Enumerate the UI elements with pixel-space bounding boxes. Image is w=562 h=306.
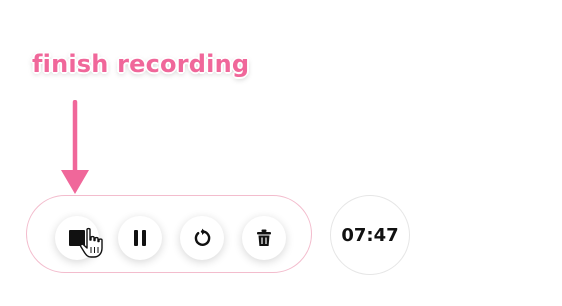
pause-button[interactable] xyxy=(118,216,162,260)
delete-button[interactable] xyxy=(242,216,286,260)
restart-arrow-icon xyxy=(194,228,211,246)
pause-icon xyxy=(134,230,146,246)
trash-icon xyxy=(257,229,271,246)
hand-pointer-icon xyxy=(79,227,103,258)
restart-button[interactable] xyxy=(180,216,224,260)
recording-timer: 07:47 xyxy=(330,195,410,275)
annotation-label: finish recording xyxy=(32,50,250,78)
recording-toolbar xyxy=(26,195,312,273)
annotation-arrow-icon xyxy=(61,100,89,194)
